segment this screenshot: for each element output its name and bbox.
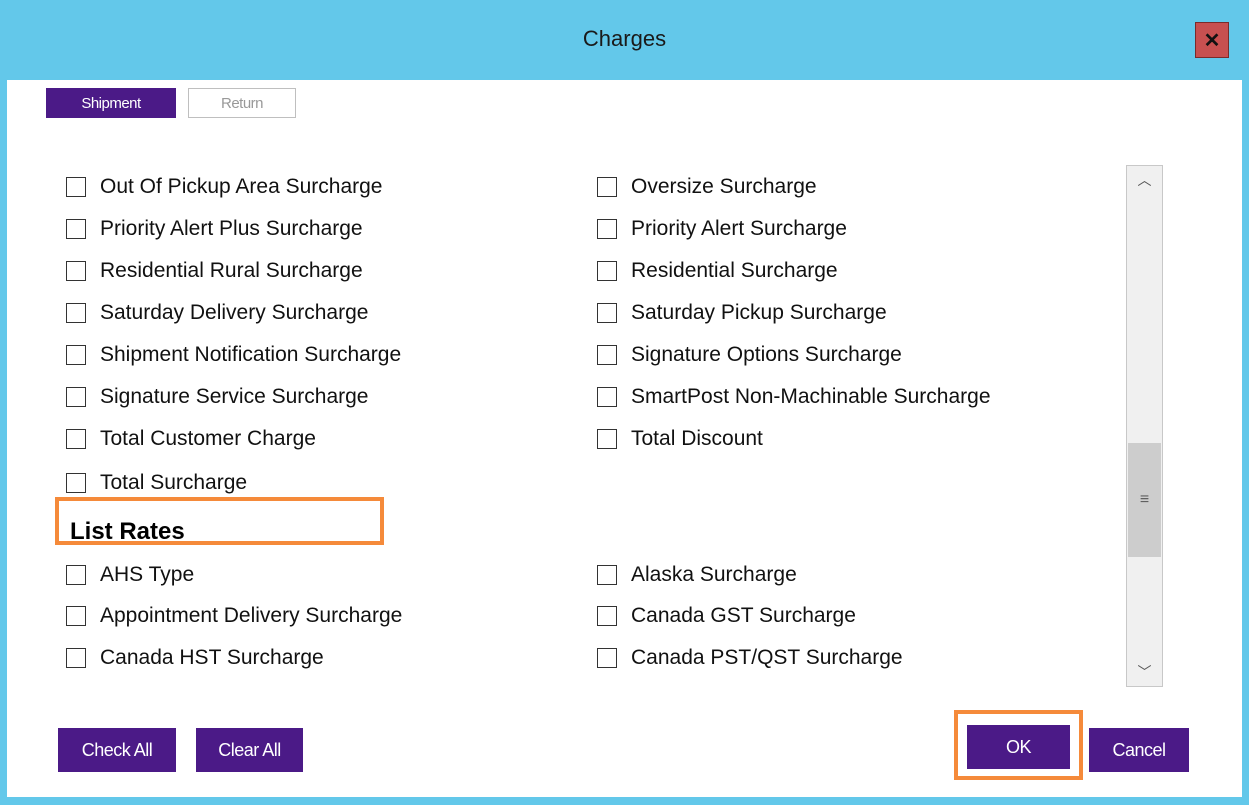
charge-label: Oversize Surcharge bbox=[631, 175, 817, 198]
charge-item[interactable]: Alaska Surcharge bbox=[597, 560, 797, 590]
charge-label: AHS Type bbox=[100, 563, 195, 586]
charge-label: Total Surcharge bbox=[100, 471, 248, 494]
scrollbar-thumb[interactable]: ≡ bbox=[1128, 443, 1161, 557]
close-icon: ✕ bbox=[1203, 29, 1221, 52]
dialog-title: Charges bbox=[582, 26, 667, 51]
charge-item[interactable]: Priority Alert Surcharge bbox=[597, 214, 847, 244]
checkbox[interactable] bbox=[597, 219, 617, 239]
charge-item[interactable]: Appointment Delivery Surcharge bbox=[66, 601, 402, 631]
charge-label: Out Of Pickup Area Surcharge bbox=[100, 175, 383, 198]
charge-label: Residential Surcharge bbox=[631, 259, 838, 282]
checkbox[interactable] bbox=[66, 219, 86, 239]
charge-item[interactable]: Oversize Surcharge bbox=[597, 172, 817, 202]
checkbox[interactable] bbox=[66, 429, 86, 449]
checkbox[interactable] bbox=[597, 648, 617, 668]
charge-item[interactable]: Total Discount bbox=[597, 424, 763, 454]
checkbox[interactable] bbox=[597, 345, 617, 365]
charge-item[interactable]: Residential Rural Surcharge bbox=[66, 256, 363, 286]
charge-item[interactable]: Saturday Delivery Surcharge bbox=[66, 298, 368, 328]
charge-item[interactable]: Shipment Notification Surcharge bbox=[66, 340, 401, 370]
checkbox[interactable] bbox=[597, 177, 617, 197]
checkbox[interactable] bbox=[66, 261, 86, 281]
checkbox[interactable] bbox=[66, 648, 86, 668]
checkbox[interactable] bbox=[66, 345, 86, 365]
charge-item[interactable]: Canada HST Surcharge bbox=[66, 643, 324, 673]
checkbox[interactable] bbox=[66, 565, 86, 585]
charge-label: Canada GST Surcharge bbox=[631, 604, 856, 627]
scroll-down-button[interactable]: ﹀ bbox=[1127, 658, 1162, 686]
charge-label: Alaska Surcharge bbox=[631, 563, 797, 586]
cancel-button[interactable]: Cancel bbox=[1089, 728, 1189, 772]
charge-label: Total Customer Charge bbox=[100, 427, 316, 450]
charges-dialog: Charges ✕ Shipment Return Out Of Pickup … bbox=[0, 0, 1249, 805]
check-all-button[interactable]: Check All bbox=[58, 728, 176, 772]
charge-label: Saturday Pickup Surcharge bbox=[631, 301, 887, 324]
charge-item[interactable]: Signature Options Surcharge bbox=[597, 340, 902, 370]
charge-label: SmartPost Non-Machinable Surcharge bbox=[631, 385, 991, 408]
tab-return[interactable]: Return bbox=[188, 88, 296, 118]
charge-item-total-customer-charge[interactable]: Total Customer Charge bbox=[66, 424, 316, 454]
checkbox[interactable] bbox=[66, 606, 86, 626]
charge-item[interactable]: Canada GST Surcharge bbox=[597, 601, 856, 631]
vertical-scrollbar[interactable]: ︿ ≡ ﹀ bbox=[1126, 165, 1163, 687]
checkbox[interactable] bbox=[597, 429, 617, 449]
charge-label: Priority Alert Plus Surcharge bbox=[100, 217, 363, 240]
charge-label: Priority Alert Surcharge bbox=[631, 217, 847, 240]
charge-label: Signature Service Surcharge bbox=[100, 385, 369, 408]
charge-item[interactable]: SmartPost Non-Machinable Surcharge bbox=[597, 382, 991, 412]
charge-item[interactable]: Priority Alert Plus Surcharge bbox=[66, 214, 363, 244]
checkbox[interactable] bbox=[597, 387, 617, 407]
charge-item[interactable]: Total Surcharge bbox=[66, 468, 247, 498]
checkbox[interactable] bbox=[597, 261, 617, 281]
tab-shipment[interactable]: Shipment bbox=[46, 88, 176, 118]
charge-label: Canada PST/QST Surcharge bbox=[631, 646, 903, 669]
charge-item[interactable]: Canada PST/QST Surcharge bbox=[597, 643, 903, 673]
checkbox[interactable] bbox=[597, 565, 617, 585]
charge-label: Canada HST Surcharge bbox=[100, 646, 324, 669]
checkbox[interactable] bbox=[66, 177, 86, 197]
checkbox[interactable] bbox=[597, 303, 617, 323]
charge-label: Shipment Notification Surcharge bbox=[100, 343, 402, 366]
ok-button[interactable]: OK bbox=[967, 725, 1070, 769]
checkbox[interactable] bbox=[66, 473, 86, 493]
chevron-up-icon: ︿ bbox=[1137, 172, 1152, 188]
checkbox[interactable] bbox=[66, 387, 86, 407]
clear-all-button[interactable]: Clear All bbox=[196, 728, 303, 772]
close-button[interactable]: ✕ bbox=[1195, 22, 1229, 58]
dialog-body: Shipment Return Out Of Pickup Area Surch… bbox=[7, 80, 1242, 797]
charges-list: Out Of Pickup Area Surcharge Priority Al… bbox=[7, 160, 1122, 688]
checkbox[interactable] bbox=[597, 606, 617, 626]
charge-label: Signature Options Surcharge bbox=[631, 343, 902, 366]
charge-item[interactable]: Residential Surcharge bbox=[597, 256, 838, 286]
chevron-down-icon: ﹀ bbox=[1137, 664, 1152, 680]
charge-item[interactable]: AHS Type bbox=[66, 560, 194, 590]
charge-item-partial[interactable] bbox=[66, 685, 100, 688]
charge-item-partial[interactable] bbox=[597, 685, 631, 688]
charge-item[interactable]: Saturday Pickup Surcharge bbox=[597, 298, 887, 328]
scroll-up-button[interactable]: ︿ bbox=[1127, 166, 1162, 194]
charge-label: Residential Rural Surcharge bbox=[100, 259, 363, 282]
grip-icon: ≡ bbox=[1139, 491, 1150, 508]
charge-label: Saturday Delivery Surcharge bbox=[100, 301, 369, 324]
checkbox[interactable] bbox=[66, 303, 86, 323]
charge-label: Total Discount bbox=[631, 427, 763, 450]
list-rates-heading: List Rates bbox=[70, 518, 185, 545]
charge-item[interactable]: Out Of Pickup Area Surcharge bbox=[66, 172, 382, 202]
charge-item[interactable]: Signature Service Surcharge bbox=[66, 382, 368, 412]
title-bar[interactable]: Charges ✕ bbox=[0, 0, 1249, 80]
charge-label: Appointment Delivery Surcharge bbox=[100, 604, 403, 627]
